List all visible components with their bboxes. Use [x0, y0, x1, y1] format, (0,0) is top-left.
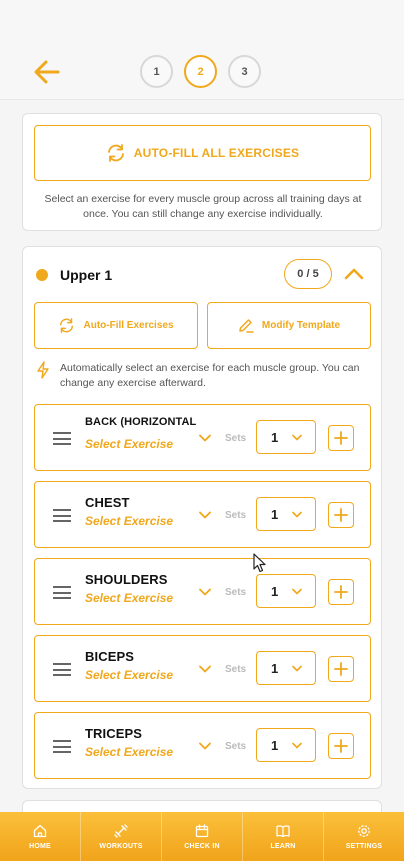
lightning-icon [37, 361, 49, 379]
drag-handle-icon[interactable] [53, 586, 71, 599]
sets-label: Sets [225, 741, 247, 752]
muscle-group-name: BACK (HORIZONTAL [85, 416, 197, 428]
drag-handle-icon[interactable] [53, 509, 71, 522]
exercise-select[interactable]: Select Exercise [85, 668, 215, 686]
auto-fill-all-card: AUTO-FILL ALL EXERCISES Select an exerci… [22, 113, 382, 231]
exercise-count-badge: 0 / 5 [284, 259, 332, 289]
nav-check-in[interactable]: CHECK IN [162, 812, 243, 861]
auto-fill-exercises-label: Auto-Fill Exercises [83, 320, 174, 331]
auto-fill-hint: Automatically select an exercise for eac… [60, 362, 360, 389]
exercise-row: BACK (HORIZONTAL Select Exercise Sets 1 [34, 404, 371, 471]
add-set-button[interactable] [328, 733, 354, 759]
sets-label: Sets [225, 510, 247, 521]
refresh-icon [107, 144, 124, 162]
exercise-row: CHEST Select Exercise Sets 1 [34, 481, 371, 548]
sets-label: Sets [225, 587, 247, 598]
chevron-down-icon [199, 511, 211, 519]
sets-label: Sets [225, 664, 247, 675]
add-set-button[interactable] [328, 502, 354, 528]
refresh-icon [60, 318, 74, 333]
add-set-button[interactable] [328, 579, 354, 605]
sets-value: 1 [271, 430, 279, 445]
back-button[interactable] [32, 58, 62, 86]
mouse-cursor-icon [253, 553, 266, 573]
step-indicator: 1 2 3 [140, 55, 261, 88]
plus-icon [334, 508, 348, 522]
top-header: 1 2 3 [0, 0, 404, 100]
nav-learn-label: LEARN [270, 842, 296, 850]
auto-fill-all-description: Select an exercise for every muscle grou… [44, 193, 362, 220]
sets-value: 1 [271, 738, 279, 753]
nav-home[interactable]: HOME [0, 812, 81, 861]
nav-workouts-label: WORKOUTS [99, 842, 143, 850]
nav-settings-label: SETTINGS [345, 842, 383, 850]
add-set-button[interactable] [328, 656, 354, 682]
nav-settings[interactable]: SETTINGS [324, 812, 404, 861]
exercise-row: SHOULDERS Select Exercise Sets 1 [34, 558, 371, 625]
drag-handle-icon[interactable] [53, 740, 71, 753]
auto-fill-all-button[interactable]: AUTO-FILL ALL EXERCISES [34, 125, 371, 181]
muscle-group-name: CHEST [85, 495, 130, 510]
muscle-group-name: TRICEPS [85, 726, 143, 741]
chevron-down-icon [199, 665, 211, 673]
sets-dropdown[interactable]: 1 [256, 574, 316, 608]
pencil-icon [239, 319, 254, 333]
chevron-down-icon [292, 434, 302, 441]
exercise-row: TRICEPS Select Exercise Sets 1 [34, 712, 371, 779]
chevron-down-icon [199, 434, 211, 442]
plus-icon [334, 739, 348, 753]
nav-workouts[interactable]: WORKOUTS [81, 812, 162, 861]
sets-dropdown[interactable]: 1 [256, 728, 316, 762]
chevron-down-icon [199, 588, 211, 596]
day-title: Upper 1 [60, 267, 113, 283]
drag-handle-icon[interactable] [53, 432, 71, 445]
calendar-icon [195, 823, 209, 837]
plus-icon [334, 662, 348, 676]
exercise-row: BICEPS Select Exercise Sets 1 [34, 635, 371, 702]
sets-value: 1 [271, 507, 279, 522]
modify-template-label: Modify Template [261, 320, 341, 331]
arrow-left-icon [34, 60, 60, 84]
chevron-down-icon [292, 511, 302, 518]
modify-template-button[interactable]: Modify Template [207, 302, 371, 349]
chevron-down-icon [292, 665, 302, 672]
book-icon [276, 824, 290, 837]
sets-value: 1 [271, 661, 279, 676]
training-day-card: Upper 1 0 / 5 Auto-Fill Exercises Modify… [22, 246, 382, 789]
home-icon [33, 824, 47, 837]
chevron-down-icon [199, 742, 211, 750]
muscle-group-name: BICEPS [85, 649, 135, 664]
bottom-navigation: HOME WORKOUTS CHECK IN LEARN SETTINGS [0, 812, 404, 861]
auto-fill-exercises-button[interactable]: Auto-Fill Exercises [34, 302, 198, 349]
muscle-group-name: SHOULDERS [85, 572, 168, 587]
auto-fill-all-label: AUTO-FILL ALL EXERCISES [133, 146, 300, 160]
plus-icon [334, 431, 348, 445]
nav-check-in-label: CHECK IN [184, 842, 220, 850]
exercise-select[interactable]: Select Exercise [85, 437, 215, 455]
day-status-dot [36, 269, 48, 281]
sets-dropdown[interactable]: 1 [256, 651, 316, 685]
add-set-button[interactable] [328, 425, 354, 451]
sets-label: Sets [225, 433, 247, 444]
chevron-down-icon [292, 742, 302, 749]
chevron-down-icon [292, 588, 302, 595]
plus-icon [334, 585, 348, 599]
dumbbell-icon [114, 823, 128, 838]
step-3[interactable]: 3 [228, 55, 261, 88]
collapse-button[interactable] [343, 265, 365, 283]
sets-value: 1 [271, 584, 279, 599]
exercise-select[interactable]: Select Exercise [85, 514, 215, 532]
exercise-select[interactable]: Select Exercise [85, 745, 215, 763]
sets-dropdown[interactable]: 1 [256, 497, 316, 531]
drag-handle-icon[interactable] [53, 663, 71, 676]
exercise-select[interactable]: Select Exercise [85, 591, 215, 609]
chevron-up-icon [344, 268, 364, 280]
step-1[interactable]: 1 [140, 55, 173, 88]
nav-learn[interactable]: LEARN [243, 812, 324, 861]
step-2[interactable]: 2 [184, 55, 217, 88]
sets-dropdown[interactable]: 1 [256, 420, 316, 454]
gear-icon [358, 824, 370, 837]
nav-home-label: HOME [29, 842, 51, 850]
